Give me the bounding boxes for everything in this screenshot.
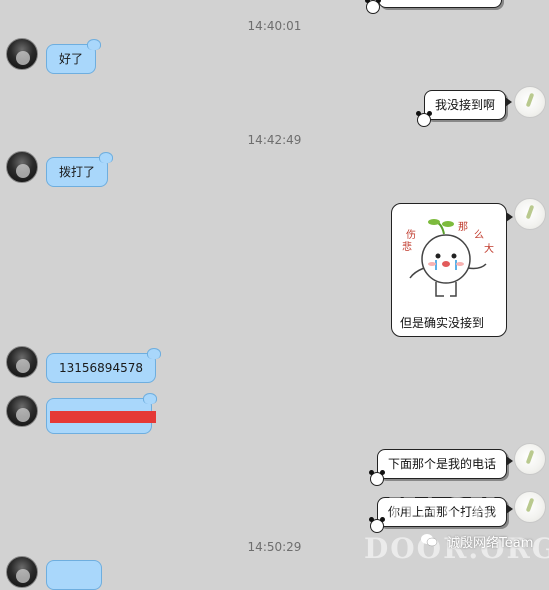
bubble-tail: [506, 212, 513, 222]
message-text: 13156894578: [59, 361, 143, 375]
message-bubble[interactable]: 下面那个是我的电话: [377, 449, 514, 479]
bubble-ear-icon: [143, 393, 157, 404]
bubble-ear-icon: [87, 39, 102, 50]
message-bubble[interactable]: 好了: [46, 39, 102, 74]
message-text: 下面那个是我的电话: [388, 457, 497, 471]
message-bubble[interactable]: 我没接到啊: [424, 90, 513, 120]
watermark-team: 诚殷网络Team: [447, 536, 534, 551]
avatar[interactable]: [6, 151, 38, 183]
avatar[interactable]: [6, 346, 38, 378]
panda-icon: [416, 111, 432, 127]
sticker-char: 么: [474, 230, 484, 241]
message-text: 好了: [59, 52, 84, 66]
message-bubble[interactable]: 13156894578: [46, 348, 161, 383]
panda-icon: [365, 0, 381, 14]
sticker-char: 那: [458, 222, 468, 233]
sticker-char: 伤: [406, 230, 416, 241]
avatar[interactable]: [6, 395, 38, 427]
wechat-icon: [421, 534, 438, 547]
message-text: 拨打了: [59, 165, 96, 179]
timestamp: 14:40:01: [247, 19, 302, 33]
timestamp: 14:42:49: [247, 133, 302, 147]
avatar[interactable]: [514, 86, 546, 118]
message-bubble-partial[interactable]: [46, 560, 102, 590]
bubble-tail: [505, 97, 513, 107]
avatar[interactable]: [514, 198, 546, 230]
bubble-tail: [506, 456, 514, 466]
bubble-ear-icon: [99, 152, 114, 163]
message-bubble[interactable]: 拨打了: [46, 152, 114, 187]
bubble-ear-icon: [146, 348, 161, 359]
sticker-message[interactable]: 悲 伤 那 么 大 但是确实没接到: [391, 203, 513, 337]
avatar[interactable]: [6, 38, 38, 70]
panda-icon: [369, 517, 385, 533]
avatar[interactable]: [6, 556, 38, 588]
redaction-bar: [50, 411, 156, 423]
message-bubble-partial[interactable]: [378, 0, 502, 8]
bubble-tail: [506, 504, 514, 514]
panda-icon: [369, 470, 385, 486]
watermark-text: HACK: [388, 492, 498, 527]
avatar[interactable]: [514, 491, 546, 523]
message-text: 但是确实没接到: [400, 316, 485, 330]
message-text: 我没接到啊: [435, 98, 496, 112]
sticker-char: 大: [484, 244, 494, 255]
avatar[interactable]: [514, 443, 546, 475]
